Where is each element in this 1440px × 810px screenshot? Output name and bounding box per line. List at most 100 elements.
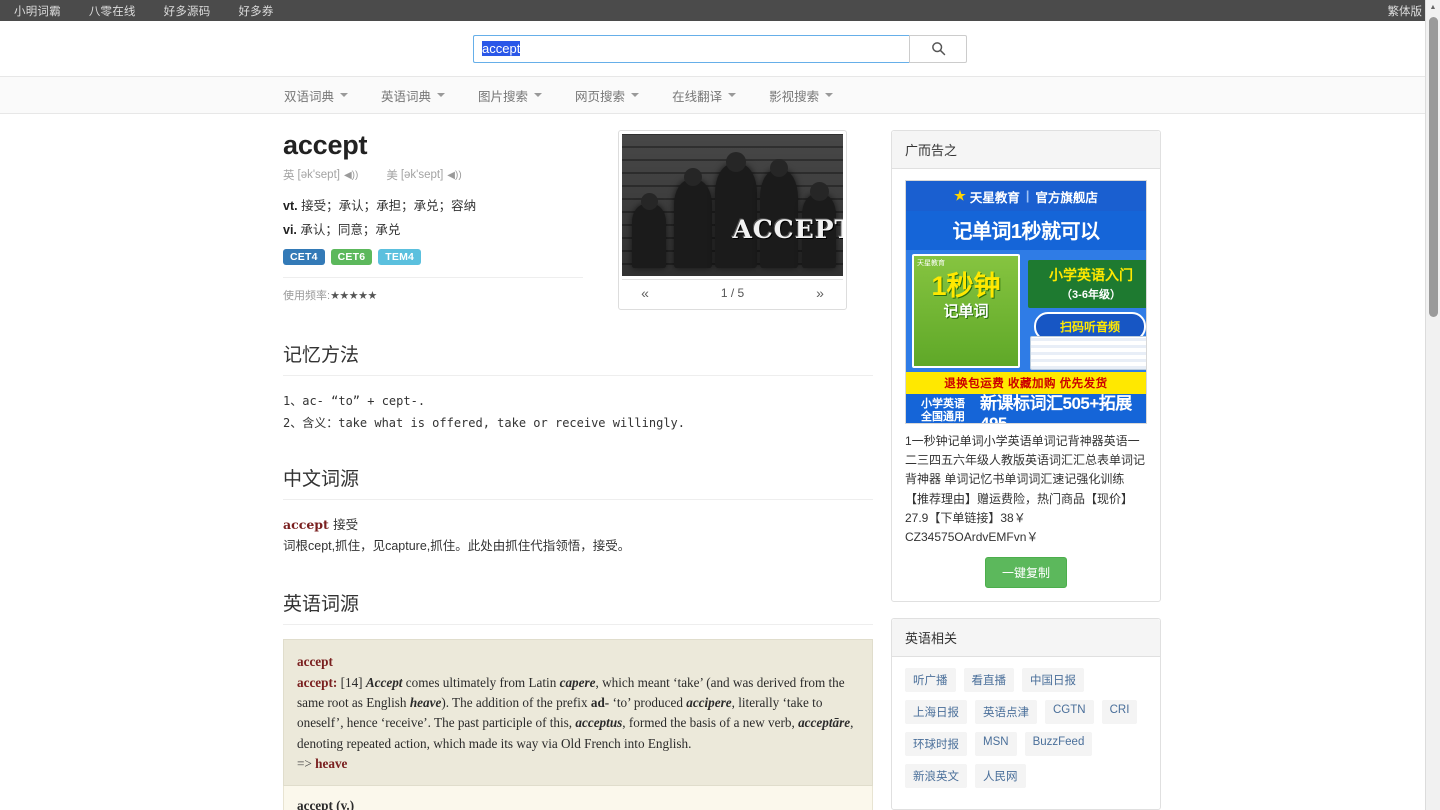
related-tag[interactable]: 听广播 xyxy=(905,668,956,693)
copy-button[interactable]: 一键复制 xyxy=(984,557,1067,589)
top-link-2[interactable]: 八零在线 xyxy=(89,3,136,19)
search-icon xyxy=(931,41,946,56)
entry-header-row: accept 英 [ək'sept] ◀)) 美 [ək'sept] ◀)) v… xyxy=(283,130,873,310)
etymology-block-2: accept (v.) late 14c., "to take what is … xyxy=(283,785,873,810)
related-tag[interactable]: MSN xyxy=(975,732,1017,757)
related-tag[interactable]: BuzzFeed xyxy=(1024,732,1093,757)
etymology-lead: accept: xyxy=(297,674,338,690)
panel-body: 听广播 看直播 中国日报 上海日报 英语点津 CGTN CRI 环球时报 MSN… xyxy=(892,657,1160,809)
section-memory-method: 记忆方法 1、ac- “to” + cept-. 2、含义：take what … xyxy=(283,340,873,434)
speaker-icon[interactable]: ◀)) xyxy=(344,170,358,181)
phonetic-us-label: 美 xyxy=(386,170,398,182)
ad-copy-wrap: 一键复制 xyxy=(905,557,1147,589)
section-title: 记忆方法 xyxy=(283,344,360,366)
carousel-nav: « 1 / 5 » xyxy=(622,279,843,306)
ad-bottom-right: 新课标词汇505+拓展495 xyxy=(980,393,1132,424)
main-nav: 双语词典 英语词典 图片搜索 网页搜索 在线翻译 影视搜索 xyxy=(0,77,1440,114)
main-column: accept 英 [ək'sept] ◀)) 美 [ək'sept] ◀)) v… xyxy=(283,130,873,810)
panel-english-related: 英语相关 听广播 看直播 中国日报 上海日报 英语点津 CGTN CRI 环球时… xyxy=(891,618,1161,810)
ad-brand-bar: ★ 天星教育 | 官方旗舰店 xyxy=(906,181,1146,211)
related-tag[interactable]: 看直播 xyxy=(963,668,1014,693)
carousel-figure-head xyxy=(810,182,829,201)
nav-label: 图片搜索 xyxy=(478,89,529,104)
panel-advertisement: 广而告之 ★ 天星教育 | 官方旗舰店 记单词1秒就可以 天星教育 1秒钟 记单… xyxy=(891,130,1161,603)
memory-line-1: 1、ac- “to” + cept-. xyxy=(283,394,426,408)
page-body: accept 英 [ək'sept] ◀)) 美 [ək'sept] ◀)) v… xyxy=(0,114,1440,810)
chinese-etym-word: accept xyxy=(283,517,329,533)
etymology-block-1: accept accept: [14] Accept comes ultimat… xyxy=(283,639,873,786)
top-link-4[interactable]: 好多券 xyxy=(238,3,273,19)
section-chinese-etymology: 中文词源 accept 接受 词根cept,抓住，见capture,抓住。此处由… xyxy=(283,464,873,559)
status-badge-cet6: CET6 xyxy=(330,249,373,266)
chinese-etym-body: 词根cept,抓住，见capture,抓住。此处由抓住代指领悟，接受。 xyxy=(283,539,631,554)
definition-row: vt. 接受；承认；承担；承兑；容纳 xyxy=(283,197,613,215)
word-block: accept 英 [ək'sept] ◀)) 美 [ək'sept] ◀)) v… xyxy=(283,130,613,310)
carousel-figure xyxy=(674,180,712,268)
etymology-paragraph: accept: [14] Accept comes ultimately fro… xyxy=(297,673,859,755)
search-band xyxy=(0,21,1440,77)
related-tag[interactable]: CRI xyxy=(1101,700,1138,725)
carousel-counter: 1 / 5 xyxy=(720,286,745,300)
nav-item-online-translate[interactable]: 在线翻译 xyxy=(672,86,737,105)
chevron-down-icon xyxy=(534,93,543,97)
scroll-up-arrow-icon[interactable]: ▲ xyxy=(1426,0,1440,15)
carousel-next-button[interactable]: » xyxy=(797,285,843,301)
phonetic-uk-label: 英 xyxy=(283,170,295,182)
chevron-down-icon xyxy=(340,93,349,97)
nav-item-english-dict[interactable]: 英语词典 xyxy=(381,86,446,105)
ad-bottom-left: 小学英语 全国通用 xyxy=(906,398,980,423)
carousel-prev-button[interactable]: « xyxy=(622,285,668,301)
related-tag[interactable]: 人民网 xyxy=(975,764,1026,789)
top-link-1[interactable]: 小明词霸 xyxy=(14,3,61,19)
ad-green-title: 小学英语入门 xyxy=(1049,267,1133,283)
ad-book-cover: 天星教育 1秒钟 记单词 xyxy=(912,254,1020,368)
related-tag[interactable]: 上海日报 xyxy=(905,700,967,725)
etymology-cross-ref-link[interactable]: heave xyxy=(315,756,347,771)
page-scrollbar[interactable]: ▲ xyxy=(1425,0,1440,810)
chevron-down-icon xyxy=(437,93,446,97)
etymology-heading: accept (v.) xyxy=(297,797,355,810)
ad-banner-image[interactable]: ★ 天星教育 | 官方旗舰店 记单词1秒就可以 天星教育 1秒钟 记单词 小学英… xyxy=(905,180,1147,424)
page-title: accept xyxy=(283,130,368,160)
frequency-stars: ★★★★★ xyxy=(330,290,377,303)
etymology-heading: accept xyxy=(297,654,333,670)
related-tag[interactable]: 中国日报 xyxy=(1022,668,1084,693)
ad-brand: 天星教育 xyxy=(969,190,1020,205)
scrollbar-thumb[interactable] xyxy=(1429,17,1438,317)
related-tag[interactable]: 环球时报 xyxy=(905,732,967,757)
frequency-row: 使用频率:★★★★★ xyxy=(283,277,583,303)
related-tag[interactable]: CGTN xyxy=(1045,700,1094,725)
part-of-speech: vt. xyxy=(283,199,298,213)
chinese-etym-word-row: accept 接受 xyxy=(283,514,873,533)
section-title: 英语词源 xyxy=(283,593,360,616)
star-icon: ★ xyxy=(954,188,966,203)
carousel-figure-head xyxy=(770,159,788,177)
carousel-figure-head xyxy=(726,152,746,172)
nav-item-image-search[interactable]: 图片搜索 xyxy=(478,86,543,105)
nav-item-bilingual-dict[interactable]: 双语词典 xyxy=(284,86,349,105)
ad-description: 1一秒钟记单词小学英语单词记背神器英语一二三四五六年级人教版英语词汇汇总表单词记… xyxy=(905,434,1146,544)
section-divider xyxy=(283,375,873,376)
chevron-down-icon xyxy=(825,93,834,97)
search-button[interactable] xyxy=(909,34,967,63)
traditional-chinese-toggle[interactable]: 繁体版 xyxy=(1388,3,1423,19)
definition-text: 接受；承认；承担；承兑；容纳 xyxy=(301,199,477,213)
frequency-label: 使用频率: xyxy=(283,290,331,303)
part-of-speech: vi. xyxy=(283,223,297,238)
exam-badges: CET4 CET6 TEM4 xyxy=(283,249,613,266)
top-link-3[interactable]: 好多源码 xyxy=(164,3,211,19)
related-tag[interactable]: 新浪英文 xyxy=(905,764,967,789)
nav-item-video-search[interactable]: 影视搜索 xyxy=(769,86,834,105)
nav-label: 网页搜索 xyxy=(575,89,626,104)
carousel-figure-head xyxy=(684,168,702,186)
carousel-image[interactable]: ACCEPT xyxy=(622,134,843,276)
speaker-icon[interactable]: ◀)) xyxy=(447,170,461,181)
search-input[interactable] xyxy=(473,34,909,63)
sidebar: 广而告之 ★ 天星教育 | 官方旗舰店 记单词1秒就可以 天星教育 1秒钟 记单… xyxy=(891,130,1161,810)
carousel-figure-head xyxy=(641,193,658,210)
ad-divider: | xyxy=(1025,189,1030,203)
status-badge-cet4: CET4 xyxy=(283,249,325,266)
nav-item-web-search[interactable]: 网页搜索 xyxy=(575,86,640,105)
carousel-logo-text: ACCEPT xyxy=(732,214,844,244)
related-tag[interactable]: 英语点津 xyxy=(975,700,1037,725)
